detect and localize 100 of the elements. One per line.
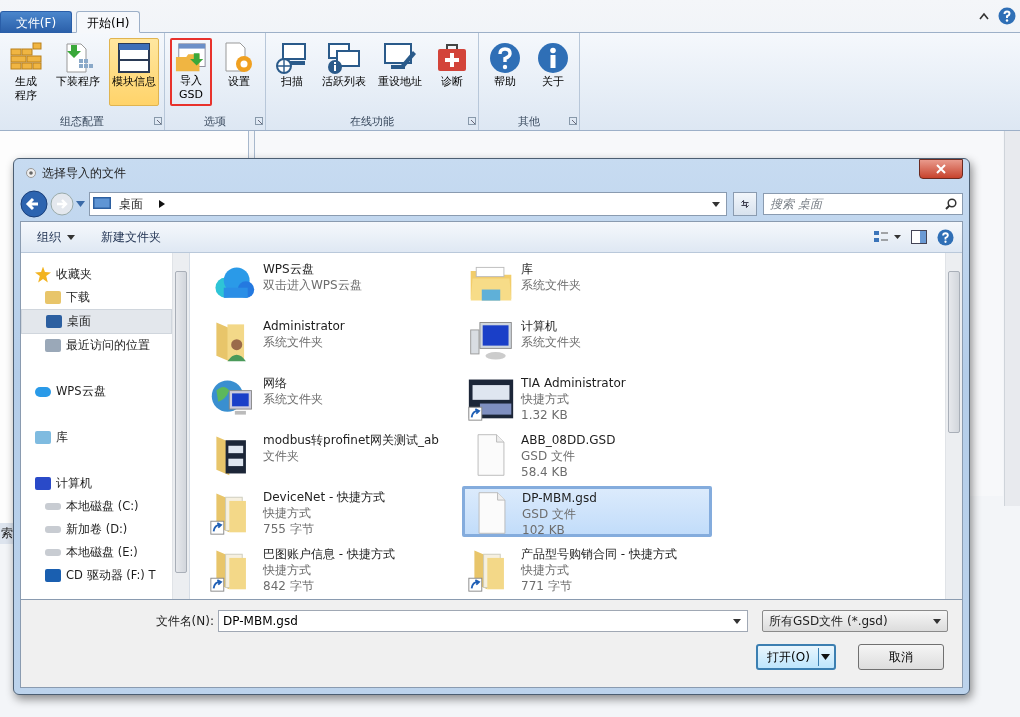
nav-item[interactable]: 本地磁盘 (E:) <box>21 541 172 564</box>
dialog-button[interactable]: 取消 <box>858 644 944 670</box>
history-caret-icon[interactable] <box>76 201 85 207</box>
preview-pane-icon[interactable] <box>911 230 927 244</box>
nav-item[interactable]: 库 <box>21 426 172 449</box>
file-name: WPS云盘 <box>263 261 315 277</box>
ribbon-button[interactable]: 下装程序 <box>53 38 103 106</box>
file-detail: GSD 文件 <box>522 506 577 522</box>
info-icon <box>536 41 570 75</box>
search-field[interactable]: 搜索 桌面 <box>763 193 963 215</box>
ribbon-button[interactable]: 生成 程序 <box>5 38 47 106</box>
launcher-icon[interactable] <box>255 117 263 125</box>
file-name: DP-MBM.gsd <box>522 490 597 506</box>
computer-icon <box>35 477 51 490</box>
file-type-dropdown[interactable]: 所有GSD文件 (*.gsd) <box>762 610 948 632</box>
caret-icon <box>67 234 75 240</box>
help-icon[interactable] <box>998 7 1016 25</box>
file-detail: 755 字节 <box>263 521 315 537</box>
dropdown-caret-icon[interactable] <box>733 619 741 624</box>
launcher-icon[interactable] <box>468 117 476 125</box>
file-item[interactable]: ABB_08DD.GSD GSD 文件 58.4 KB <box>462 429 712 480</box>
file-detail: 系统文件夹 <box>263 391 323 407</box>
file-item[interactable]: 巴图账户信息 - 快捷方式 快捷方式 842 字节 <box>204 543 454 594</box>
close-button[interactable] <box>919 159 963 179</box>
nav-item[interactable]: 桌面 <box>21 309 172 334</box>
file-item[interactable]: DP-MBM.gsd GSD 文件 102 KB <box>462 486 712 537</box>
ribbon-button[interactable]: 模块信息 <box>109 38 159 106</box>
file-item[interactable]: TIA Administrator 快捷方式 1.32 KB <box>462 372 712 423</box>
file-item[interactable]: modbus转profinet网关测试_ab 文件夹 <box>204 429 454 480</box>
cloud-icon <box>35 386 51 397</box>
nav-item[interactable]: 计算机 <box>21 472 172 495</box>
ribbon-button[interactable]: 关于 <box>532 38 574 106</box>
file-name: ABB_08DD.GSD <box>521 432 616 448</box>
file-detail: 102 KB <box>522 522 566 538</box>
file-detail: 1.32 KB <box>521 407 569 423</box>
library-icon <box>35 431 51 444</box>
file-name: TIA Administrator <box>521 375 626 391</box>
dialog-button[interactable]: 打开(O) <box>756 644 836 670</box>
search-icon[interactable] <box>945 198 957 210</box>
file-name: 网络 <box>263 375 288 391</box>
refresh-button[interactable] <box>733 192 757 216</box>
ribbon-button[interactable]: 诊断 <box>431 38 473 106</box>
file-name: DeviceNet - 快捷方式 <box>263 489 386 505</box>
file-name: 巴图账户信息 - 快捷方式 <box>263 546 395 562</box>
nav-item[interactable]: CD 驱动器 (F:) T <box>21 564 172 587</box>
file-name: 计算机 <box>521 318 558 334</box>
file-detail: 771 字节 <box>521 578 573 594</box>
file-item[interactable]: DeviceNet - 快捷方式 快捷方式 755 字节 <box>204 486 454 537</box>
nav-item[interactable]: 下载 <box>21 286 172 309</box>
ribbon-button[interactable]: 重设地址 <box>375 38 425 106</box>
file-name: 库 <box>521 261 534 277</box>
desktop-icon <box>46 315 62 328</box>
ribbon-button[interactable]: 导入 GSD <box>170 38 212 106</box>
file-name: modbus转profinet网关测试_ab <box>263 432 439 448</box>
back-icon[interactable] <box>20 190 48 218</box>
ribbon-button[interactable]: 设置 <box>218 38 260 106</box>
folder-icon <box>45 291 61 304</box>
ribbon-tab[interactable]: 开始(H) <box>76 11 141 33</box>
file-detail: 文件夹 <box>263 448 300 464</box>
ribbon-button[interactable]: 扫描 <box>271 38 313 106</box>
group-title: 选项 <box>204 113 226 129</box>
file-item[interactable]: WPS云盘 双击进入WPS云盘 <box>204 258 454 309</box>
file-name: 产品型号购销合同 - 快捷方式 <box>521 546 677 562</box>
ribbon-button[interactable]: 帮助 <box>484 38 526 106</box>
scrollbar[interactable] <box>172 253 189 599</box>
nav-item[interactable]: 本地磁盘 (C:) <box>21 495 172 518</box>
collapse-icon[interactable] <box>978 11 990 21</box>
toolbar-button[interactable]: 组织 <box>29 225 83 249</box>
file-item[interactable]: 网络 系统文件夹 <box>204 372 454 423</box>
nav-item[interactable]: WPS云盘 <box>21 380 172 403</box>
file-item[interactable]: 计算机 系统文件夹 <box>462 315 712 366</box>
filename-label: 文件名(N): <box>155 612 214 630</box>
file-item[interactable]: Administrator 系统文件夹 <box>204 315 454 366</box>
help-icon[interactable] <box>937 228 954 246</box>
group-title: 在线功能 <box>350 113 394 129</box>
file-item[interactable]: 产品型号购销合同 - 快捷方式 快捷方式 771 字节 <box>462 543 712 594</box>
nav-item[interactable]: 新加卷 (D:) <box>21 518 172 541</box>
file-detail: 快捷方式 <box>521 391 570 407</box>
file-item[interactable]: 库 系统文件夹 <box>462 258 712 309</box>
folder-import-icon <box>174 42 208 74</box>
launcher-icon[interactable] <box>154 117 162 125</box>
scrollbar[interactable] <box>1004 131 1020 506</box>
launcher-icon[interactable] <box>569 117 577 125</box>
tab-label: 索 <box>0 523 14 544</box>
nav-item[interactable]: 收藏夹 <box>21 263 172 286</box>
group-title: 组态配置 <box>60 113 104 129</box>
file-detail: GSD 文件 <box>521 448 576 464</box>
nav-item[interactable]: 最近访问的位置 <box>21 334 172 357</box>
ribbon-tab[interactable]: 文件(F) <box>0 11 72 33</box>
scrollbar[interactable] <box>945 253 962 599</box>
toolbar-button[interactable]: 新建文件夹 <box>93 225 169 249</box>
refresh-icon <box>740 198 750 210</box>
filename-field[interactable]: DP-MBM.gsd <box>218 610 748 632</box>
ribbon-button[interactable]: 活跃列表 <box>319 38 369 106</box>
file-detail: 842 字节 <box>263 578 315 594</box>
view-options-icon[interactable] <box>873 230 901 244</box>
close-icon <box>936 164 946 174</box>
app-icon <box>26 168 36 178</box>
group-title: 其他 <box>518 113 540 129</box>
address-bar[interactable]: 桌面 <box>89 192 727 216</box>
